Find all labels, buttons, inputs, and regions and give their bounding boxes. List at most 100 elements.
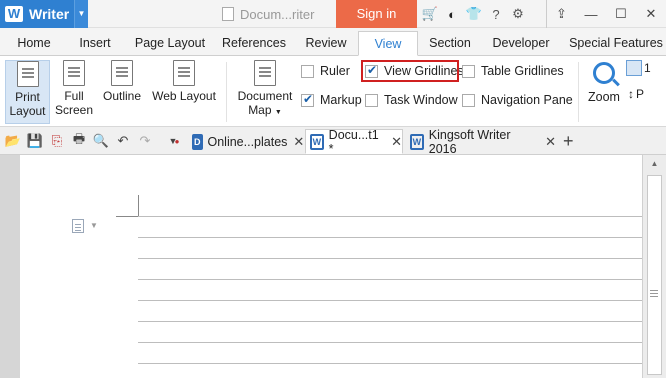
document-page[interactable]: ▼ <box>20 155 642 378</box>
settings-icon[interactable]: ⚙ <box>508 0 528 28</box>
gridline <box>138 321 642 322</box>
quick-access-toolbar: 📂 💾 ⎘ 🖶 🔍 ↶ ↷ ▼ ● D Online...plates ✕ W … <box>0 127 666 156</box>
open-folder-icon[interactable]: 📂 <box>4 132 22 150</box>
menu-bar: Home Insert Page Layout References Revie… <box>0 28 666 56</box>
vertical-scrollbar[interactable]: ▲ <box>642 155 666 378</box>
document-icon <box>222 7 234 21</box>
zoom-magnifier-icon <box>593 62 615 84</box>
writer-doc-icon: W <box>310 133 324 150</box>
tab-home[interactable]: Home <box>6 31 62 56</box>
writer-logo-icon: W <box>5 6 23 22</box>
outline-label: Outline <box>102 89 142 103</box>
page-width-label: P <box>636 86 645 101</box>
restore-up-icon[interactable]: ⇪ <box>546 0 576 28</box>
window-title: Docum...riter <box>222 0 314 28</box>
zoom-options: 1 ↕ P <box>626 60 666 101</box>
ruler-checkbox[interactable]: Ruler <box>301 62 350 80</box>
minimize-icon[interactable]: — <box>576 0 606 28</box>
page-width-icon: ↕ <box>628 86 634 101</box>
document-map-icon <box>254 60 276 86</box>
doc-tab-label: Docu...t1 * <box>328 127 379 156</box>
page-width-button[interactable]: ↕ P <box>626 86 666 101</box>
ribbon-divider <box>226 62 227 122</box>
print-layout-icon <box>16 61 39 87</box>
app-menu-button[interactable]: W Writer ▼ <box>0 0 88 28</box>
undo-icon[interactable]: ↶ <box>114 132 132 150</box>
margin-corner-mark <box>116 216 138 217</box>
checkbox-box <box>301 92 314 107</box>
full-screen-label-1: Full <box>64 89 84 103</box>
zoom-label: Zoom <box>588 90 620 104</box>
markup-label: Markup <box>320 93 362 107</box>
new-tab-plus-icon[interactable]: + <box>563 131 574 152</box>
document-map-label-2: Map <box>248 103 272 117</box>
save-icon[interactable]: 💾 <box>26 132 44 150</box>
navigation-pane-checkbox[interactable]: Navigation Pane <box>462 91 573 109</box>
one-page-label: 1 <box>644 61 651 75</box>
scrollbar-thumb[interactable] <box>647 175 662 375</box>
close-tab-icon[interactable]: ✕ <box>391 134 402 150</box>
skin-icon[interactable]: ◐ <box>442 0 462 28</box>
zoom-button[interactable]: Zoom <box>586 60 622 104</box>
export-pdf-icon[interactable]: ⎘ <box>48 132 66 150</box>
scroll-up-icon[interactable]: ▲ <box>643 155 666 172</box>
outline-icon <box>111 60 133 86</box>
scrollbar-grip-icon <box>650 290 658 291</box>
checkbox-box <box>365 93 378 107</box>
gridline <box>138 216 642 217</box>
ribbon-divider <box>578 62 579 122</box>
tab-developer[interactable]: Developer <box>488 31 554 56</box>
paragraph-layout-icon[interactable] <box>72 219 84 233</box>
table-gridlines-label: Table Gridlines <box>481 64 564 78</box>
full-screen-button[interactable]: Full Screen <box>54 60 94 124</box>
outline-button[interactable]: Outline <box>98 60 146 124</box>
web-layout-button[interactable]: Web Layout <box>150 60 218 124</box>
help-icon[interactable]: ? <box>486 0 506 28</box>
doc-tab-document1[interactable]: W Docu...t1 * ✕ <box>305 127 403 156</box>
gridline <box>138 258 642 259</box>
one-page-button[interactable]: 1 <box>626 60 666 76</box>
document-title: Docum...riter <box>240 6 315 22</box>
sign-in-button[interactable]: Sign in <box>336 0 417 28</box>
document-area: ▼ <box>0 155 642 378</box>
print-layout-button[interactable]: Print Layout <box>5 60 50 124</box>
one-page-icon <box>626 60 642 76</box>
full-screen-icon <box>63 60 85 86</box>
close-tab-icon[interactable]: ✕ <box>545 134 556 150</box>
doc-tab-label: Kingsoft Writer 2016 <box>428 127 511 156</box>
ribbon: Print Layout Full Screen Outline Web Lay… <box>0 56 666 127</box>
writer-doc-icon: W <box>410 133 424 150</box>
docer-icon: D <box>192 133 203 150</box>
doc-tab-kingsoft-writer[interactable]: W Kingsoft Writer 2016 ✕ <box>406 127 556 156</box>
task-window-checkbox[interactable]: Task Window <box>365 91 458 109</box>
ruler-label: Ruler <box>320 64 350 78</box>
tab-references[interactable]: References <box>218 31 290 56</box>
tab-insert[interactable]: Insert <box>68 31 122 56</box>
close-icon[interactable]: ✕ <box>636 0 666 28</box>
print-preview-icon[interactable]: 🔍 <box>92 132 110 150</box>
chevron-down-icon[interactable]: ▼ <box>74 0 88 28</box>
checkbox-box <box>462 64 475 78</box>
markup-checkbox[interactable]: Markup <box>301 91 362 109</box>
redo-icon[interactable]: ↷ <box>136 132 154 150</box>
document-map-button[interactable]: Document Map ▼ <box>234 60 296 124</box>
document-map-label-1: Document <box>237 89 293 103</box>
tab-page-layout[interactable]: Page Layout <box>130 31 210 56</box>
tab-review[interactable]: Review <box>298 31 354 56</box>
chevron-down-icon: ▼ <box>274 109 282 116</box>
tab-special-features[interactable]: Special Features <box>566 31 666 56</box>
table-gridlines-checkbox[interactable]: Table Gridlines <box>462 62 564 80</box>
gridline <box>138 237 642 238</box>
chevron-down-icon[interactable]: ▼ <box>90 221 98 230</box>
print-icon[interactable]: 🖶 <box>70 131 88 150</box>
print-layout-label-1: Print <box>15 90 40 104</box>
notification-dot-icon: ● <box>174 136 180 146</box>
maximize-icon[interactable]: ☐ <box>606 0 636 28</box>
tab-section[interactable]: Section <box>422 31 478 56</box>
close-tab-icon[interactable]: ✕ <box>293 134 304 150</box>
shirt-icon[interactable]: 👕 <box>464 0 484 28</box>
tab-view[interactable]: View <box>358 31 418 56</box>
cart-icon[interactable]: 🛒 <box>420 0 440 28</box>
navigation-pane-label: Navigation Pane <box>481 93 573 107</box>
doc-tab-online-templates[interactable]: D Online...plates ✕ <box>188 129 304 154</box>
